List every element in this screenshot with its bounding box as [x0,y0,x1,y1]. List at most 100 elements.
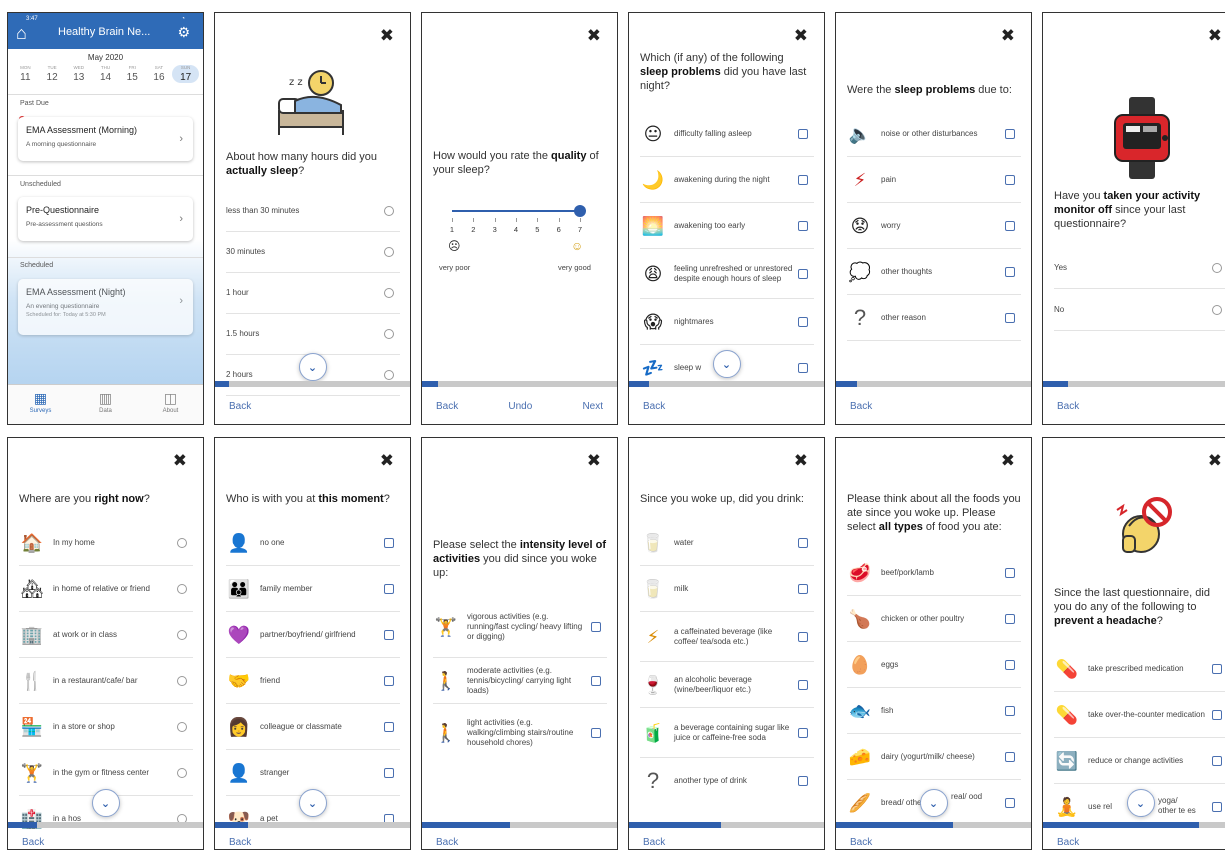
checkbox-option[interactable]: 💊 take prescribed medication [1054,646,1225,692]
back-button[interactable]: Back [229,837,251,848]
radio-button[interactable] [177,675,187,686]
close-icon[interactable]: ✖ [380,452,394,469]
radio-option[interactable]: 🍴 in a restaurant/cafe/ bar [19,658,193,704]
back-button[interactable]: Back [850,401,872,412]
checkbox[interactable] [1005,312,1015,323]
radio-option[interactable]: 🏘 in home of relative or friend [19,566,193,612]
radio-button[interactable] [384,288,394,298]
checkbox-option[interactable]: ? other reason [847,295,1021,341]
back-button[interactable]: Back [1057,837,1079,848]
checkbox-option[interactable]: ? another type of drink [640,758,814,804]
checkbox[interactable] [1212,663,1222,674]
checkbox[interactable] [798,679,808,690]
checkbox-option[interactable]: 😱 nightmares [640,299,814,345]
back-button[interactable]: Back [22,837,44,848]
radio-option[interactable]: 🏢 at work or in class [19,612,193,658]
day-cell[interactable]: FRI 15 [119,65,146,83]
scroll-down-button[interactable]: ⌄ [298,353,327,381]
close-icon[interactable]: ✖ [794,452,808,469]
radio-button[interactable] [177,721,187,732]
checkbox[interactable] [798,268,808,279]
checkbox[interactable] [1005,128,1015,139]
checkbox[interactable] [1005,220,1015,231]
back-button[interactable]: Back [1057,401,1079,412]
checkbox[interactable] [1005,751,1015,762]
scroll-down-button[interactable]: ⌄ [919,789,948,817]
close-icon[interactable]: ✖ [173,452,187,469]
radio-option[interactable]: Yes [1054,247,1225,289]
radio-button[interactable] [1212,304,1222,315]
checkbox[interactable] [1212,755,1222,766]
radio-button[interactable] [177,583,187,594]
scroll-down-button[interactable]: ⌄ [298,789,327,817]
checkbox[interactable] [798,174,808,185]
checkbox[interactable] [1005,705,1015,716]
close-icon[interactable]: ✖ [587,27,601,44]
day-cell[interactable]: WED 13 [65,65,92,83]
checkbox[interactable] [1005,567,1015,578]
checkbox-option[interactable]: 👩 colleague or classmate [226,704,400,750]
checkbox-option[interactable]: 🥩 beef/pork/lamb [847,550,1021,596]
checkbox[interactable] [1005,613,1015,624]
checkbox-option[interactable]: 🌙 awakening during the night [640,157,814,203]
day-cell[interactable]: MON 11 [12,65,39,83]
home-icon[interactable]: ⌂ [16,23,27,44]
checkbox-option[interactable]: 🧀 dairy (yogurt/milk/ cheese) [847,734,1021,780]
close-icon[interactable]: ✖ [794,27,808,44]
radio-option[interactable]: 1.5 hours [226,314,400,355]
checkbox[interactable] [1212,802,1222,812]
slider-knob[interactable] [574,205,586,217]
radio-option[interactable]: No [1054,289,1225,331]
back-button[interactable]: Back [436,837,458,848]
checkbox-option[interactable]: 🐟 fish [847,688,1021,734]
radio-button[interactable] [1212,262,1222,273]
checkbox[interactable] [384,583,394,594]
day-cell[interactable]: TUE 12 [39,65,66,83]
checkbox-option[interactable]: 🧃 a beverage containing sugar like juice … [640,708,814,758]
checkbox-option[interactable]: 😐 difficulty falling asleep [640,111,814,157]
checkbox-option[interactable]: 🏋 vigorous activities (e.g. running/fast … [433,596,607,658]
back-button[interactable]: Back [643,837,665,848]
checkbox[interactable] [1005,659,1015,670]
radio-option[interactable]: 🏪 in a store or shop [19,704,193,750]
close-icon[interactable]: ✖ [587,452,601,469]
checkbox-option[interactable]: 🌅 awakening too early [640,203,814,249]
close-icon[interactable]: ✖ [1001,452,1015,469]
checkbox[interactable] [384,767,394,778]
radio-button[interactable] [384,247,394,257]
checkbox-option[interactable]: 💭 other thoughts [847,249,1021,295]
close-icon[interactable]: ✖ [1001,27,1015,44]
checkbox[interactable] [384,537,394,548]
checkbox[interactable] [798,128,808,139]
scroll-down-button[interactable]: ⌄ [712,350,741,378]
checkbox[interactable] [1005,174,1015,185]
survey-card-morning[interactable]: EMA Assessment (Morning) A morning quest… [18,117,193,161]
radio-button[interactable] [177,629,187,640]
checkbox-option[interactable]: ⚡ a caffeinated beverage (like coffee/ te… [640,612,814,662]
close-icon[interactable]: ✖ [1208,452,1222,469]
radio-button[interactable] [384,329,394,339]
checkbox[interactable] [384,675,394,686]
checkbox[interactable] [1212,709,1222,720]
checkbox[interactable] [798,727,808,738]
checkbox[interactable] [1005,266,1015,277]
checkbox-option[interactable]: 🥛 water [640,520,814,566]
scroll-down-button[interactable]: ⌄ [91,789,120,817]
back-button[interactable]: Back [850,837,872,848]
checkbox-option[interactable]: 🤝 friend [226,658,400,704]
tab-data[interactable]: ▥ Data [73,385,138,424]
day-cell[interactable]: THU 14 [92,65,119,83]
checkbox-option[interactable]: 💜 partner/boyfriend/ girlfriend [226,612,400,658]
gear-icon[interactable]: ⚙ [177,24,190,41]
checkbox-option[interactable]: 👤 no one [226,520,400,566]
checkbox[interactable] [798,776,808,786]
checkbox-option[interactable]: 😩 feeling unrefreshed or unrestored despi… [640,249,814,299]
checkbox[interactable] [798,537,808,548]
back-button[interactable]: Back [436,401,458,412]
checkbox-option[interactable]: 🔄 reduce or change activities [1054,738,1225,784]
checkbox[interactable] [384,721,394,732]
radio-option[interactable]: 30 minutes [226,232,400,273]
day-cell-selected[interactable]: SUN 17 [172,65,200,83]
checkbox[interactable] [384,629,394,640]
checkbox-option[interactable]: 🍗 chicken or other poultry [847,596,1021,642]
